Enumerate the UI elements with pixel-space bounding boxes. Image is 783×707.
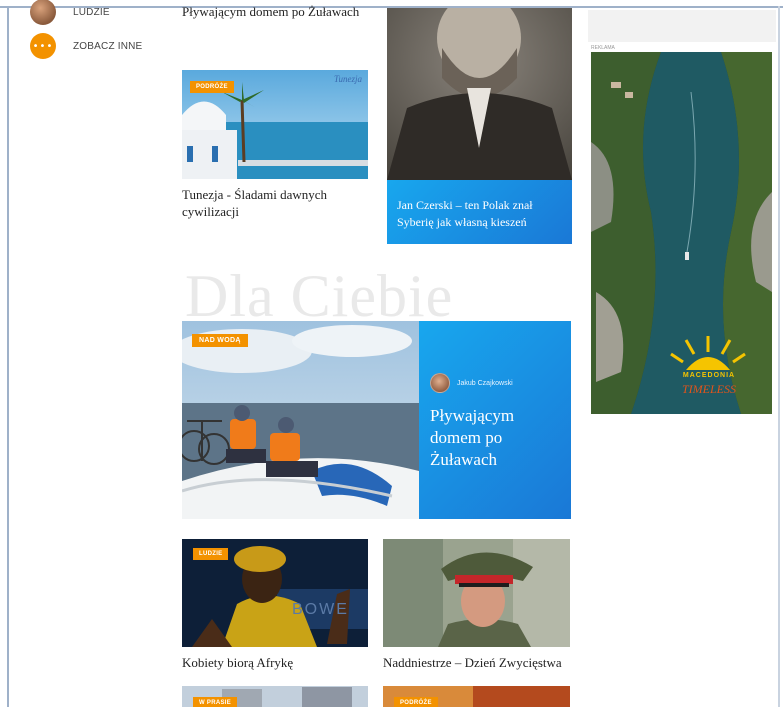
more-dots-icon: ••• [30,33,56,59]
afryka-caption[interactable]: Kobiety biorą Afrykę [182,654,293,671]
tunezja-article-image[interactable]: PODRÓŻE Tunezja [182,70,368,179]
title-line: Syberię jak własną kieszeń [397,215,527,229]
tunezja-caption[interactable]: Tunezja - Śladami dawnych cywilizacji [182,186,327,220]
caption-line: cywilizacji [182,204,240,219]
people-avatar-icon [30,0,56,25]
window-frame-left [7,6,9,707]
czerski-title: Jan Czerski – ten Polak znał Syberię jak… [397,197,533,231]
caption-line: Tunezja - Śladami dawnych [182,187,328,202]
window-frame-right [778,6,780,707]
afryka-article-image[interactable]: BOWE LUDZIE [182,539,368,647]
category-badge: NAD WODĄ [192,334,248,347]
category-badge: PODRÓŻE [190,81,234,93]
czerski-portrait-photo [387,8,572,180]
czerski-article-image[interactable] [387,8,572,180]
category-badge: LUDZIE [193,548,229,560]
naddniestrze-article-image[interactable] [383,539,570,647]
title-line: Jan Czerski – ten Polak znał [397,198,533,212]
bottom-left-article-image[interactable]: W PRASIE [182,686,368,707]
ad-brand-line2: TIMELESS [682,382,736,396]
category-badge: W PRASIE [193,697,238,707]
author-name: Jakub Czajkowski [457,379,513,387]
featured-article-image[interactable]: NAD WODĄ [182,321,419,519]
nav-item-see-more[interactable]: ••• ZOBACZ INNE [30,33,142,59]
featured-title: Pływającym domem po Żuławach [430,405,514,471]
title-line: Pływającym [430,406,515,425]
stage-backdrop-text: BOWE [292,601,349,618]
author-avatar [430,373,450,393]
ad-placeholder-panel [588,10,776,42]
officer-photo [383,539,570,647]
nav-item-people[interactable]: LUDZIE [30,0,110,25]
boat-photo [182,321,419,519]
article-title-link[interactable]: Pływającym domem po Żuławach [182,3,359,20]
canyon-river-photo [591,52,772,414]
czerski-title-panel[interactable]: Jan Czerski – ten Polak znał Syberię jak… [387,180,572,244]
tunezja-brand-logo: Tunezja [333,74,362,84]
featured-title-panel[interactable]: Jakub Czajkowski Pływającym domem po Żuł… [419,321,571,519]
category-badge: PODRÓŻE [394,697,438,707]
ad-label: REKLAMA [591,45,615,51]
bottom-right-article-image[interactable]: PODRÓŻE [383,686,570,707]
title-line: domem po [430,428,503,447]
nav-item-label: LUDZIE [73,6,110,18]
advertisement-banner[interactable]: MACEDONIA TIMELESS [591,52,772,414]
ad-brand-line1: MACEDONIA [682,372,736,379]
naddniestrze-caption[interactable]: Naddniestrze – Dzień Zwycięstwa [383,654,562,671]
title-line: Żuławach [430,450,498,469]
nav-item-label: ZOBACZ INNE [73,40,143,52]
author-byline[interactable]: Jakub Czajkowski [430,373,513,393]
